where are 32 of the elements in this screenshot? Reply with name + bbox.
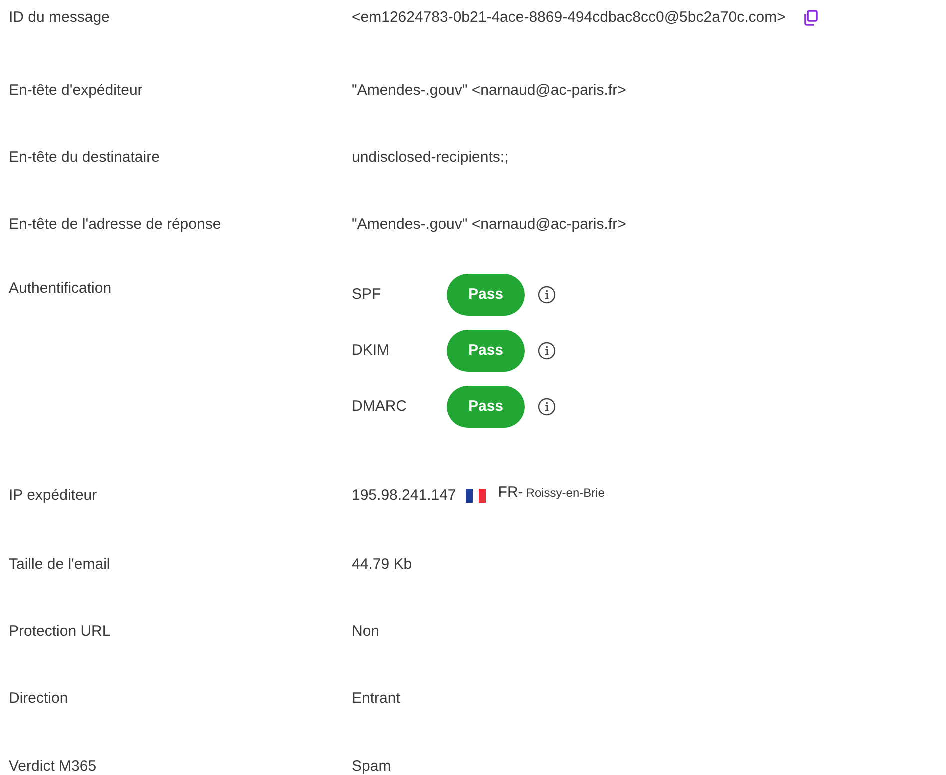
- country-code: FR-: [498, 483, 524, 503]
- flag-icon: [466, 489, 486, 503]
- field-value: undisclosed-recipients:;: [352, 149, 509, 166]
- auth-method: DMARC: [352, 397, 408, 417]
- field-label: En-tête du destinataire: [9, 148, 161, 168]
- auth-method: DKIM: [352, 341, 390, 361]
- field-label: IP expéditeur: [9, 486, 98, 506]
- field-value: Entrant: [352, 690, 400, 707]
- field-label: Direction: [9, 689, 70, 709]
- ip-address: 195.98.241.147: [352, 486, 456, 506]
- status-pill: Pass: [447, 274, 525, 316]
- info-icon[interactable]: [538, 342, 556, 360]
- field-label: En-tête de l'adresse de réponse: [9, 215, 222, 235]
- field-label: En-tête d'expéditeur: [9, 81, 144, 101]
- info-icon[interactable]: [538, 398, 556, 416]
- field-label: Verdict M365: [9, 757, 98, 775]
- field-label: ID du message: [9, 8, 111, 28]
- field-label: Authentification: [9, 279, 113, 299]
- field-value: "Amendes-.gouv" <narnaud@ac-paris.fr>: [352, 216, 626, 233]
- status-pill: Pass: [447, 386, 525, 428]
- info-icon[interactable]: [538, 286, 556, 304]
- field-value: 44.79 Kb: [352, 556, 412, 573]
- field-label: Taille de l'email: [9, 555, 112, 575]
- field-value: Non: [352, 623, 380, 640]
- field-value: "Amendes-.gouv" <narnaud@ac-paris.fr>: [352, 82, 626, 99]
- field-value: <em12624783-0b21-4ace-8869-494cdbac8cc0@5bc2a70c.com>: [352, 8, 786, 28]
- field-label: Protection URL: [9, 622, 112, 642]
- auth-method: SPF: [352, 285, 382, 305]
- field-value: Spam: [352, 758, 392, 775]
- copy-icon[interactable]: [804, 10, 818, 26]
- status-pill: Pass: [447, 330, 525, 372]
- city-name: Roissy-en-Brie: [526, 485, 605, 502]
